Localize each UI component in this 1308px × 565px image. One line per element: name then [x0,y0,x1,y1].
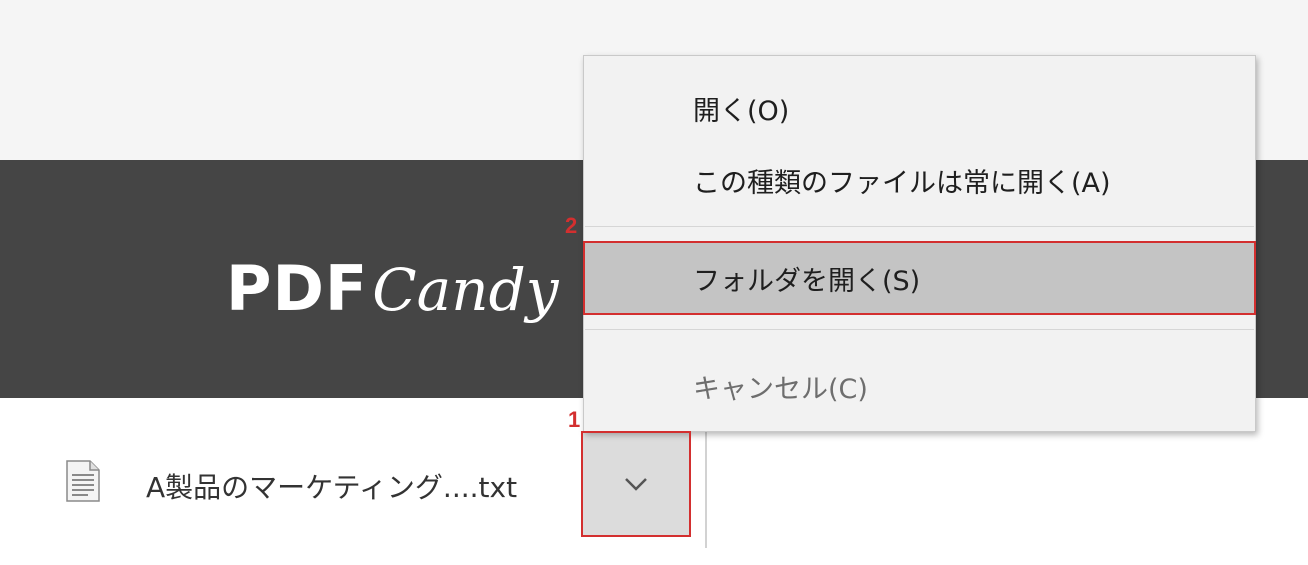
callout-number-2: 2 [565,213,578,238]
menu-separator [585,329,1254,330]
download-options-button[interactable] [583,433,689,535]
download-item-divider [705,432,707,548]
download-file-name[interactable]: A製品のマーケティング....txt [146,466,517,506]
chevron-down-icon [625,478,647,491]
download-context-menu: 開く(O) この種類のファイルは常に開く(A) フォルダを開く(S) キャンセル… [583,55,1256,432]
logo-text-bold: PDF [226,252,369,325]
pdfcandy-logo: PDF Candy [226,252,558,332]
menu-item-cancel[interactable]: キャンセル(C) [585,351,1254,421]
menu-item-always-open[interactable]: この種類のファイルは常に開く(A) [585,145,1254,215]
callout-number-1: 1 [568,407,581,432]
text-file-icon[interactable] [66,460,100,502]
menu-separator [585,226,1254,227]
menu-item-open[interactable]: 開く(O) [585,73,1254,143]
logo-text-script: Candy [372,256,559,324]
menu-item-show-in-folder[interactable]: フォルダを開く(S) [585,243,1254,313]
